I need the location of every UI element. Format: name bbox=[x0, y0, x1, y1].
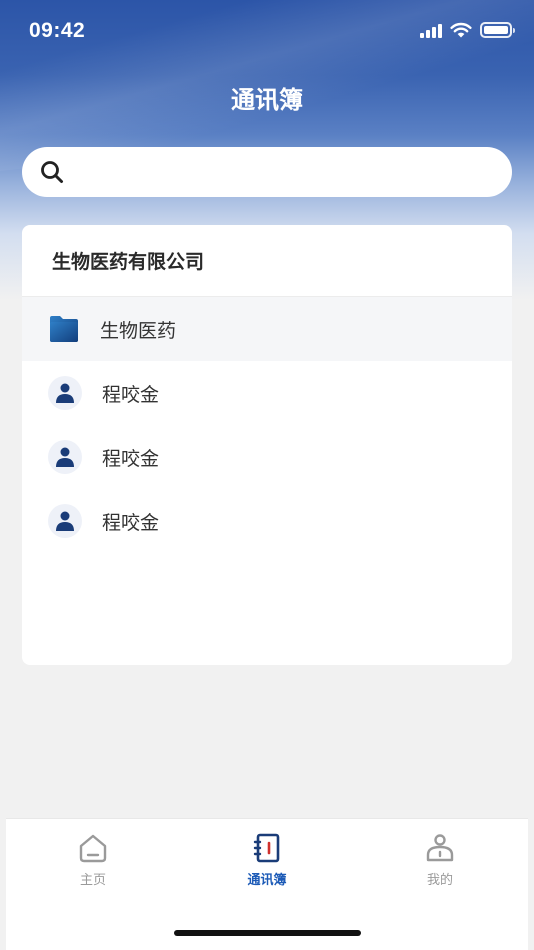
company-name[interactable]: 生物医药有限公司 bbox=[22, 225, 512, 297]
battery-icon bbox=[480, 22, 515, 38]
status-icons bbox=[420, 22, 515, 38]
person-icon bbox=[48, 376, 82, 410]
tab-address-book[interactable]: 通讯簿 bbox=[207, 833, 327, 888]
search-bar[interactable] bbox=[22, 147, 512, 197]
person-icon bbox=[48, 504, 82, 538]
tab-address-book-label: 通讯簿 bbox=[247, 873, 287, 888]
page-title: 通讯簿 bbox=[231, 86, 303, 114]
status-bar: 09:42 bbox=[0, 0, 534, 64]
status-time: 09:42 bbox=[29, 19, 86, 42]
contact-name: 程咬金 bbox=[102, 511, 160, 534]
tab-home[interactable]: 主页 bbox=[33, 833, 153, 888]
contact-name: 程咬金 bbox=[102, 383, 160, 406]
contact-item[interactable]: 程咬金 bbox=[22, 425, 512, 489]
department-item[interactable]: 生物医药 bbox=[22, 297, 512, 361]
home-indicator[interactable] bbox=[174, 930, 361, 936]
search-input[interactable] bbox=[76, 152, 496, 192]
profile-icon bbox=[426, 834, 454, 862]
department-name: 生物医药 bbox=[100, 319, 177, 342]
home-icon bbox=[79, 834, 107, 863]
cellular-signal-icon bbox=[420, 22, 442, 38]
tab-profile-label: 我的 bbox=[426, 873, 453, 888]
tab-profile[interactable]: 我的 bbox=[380, 833, 500, 888]
person-icon bbox=[48, 440, 82, 474]
contact-item[interactable]: 程咬金 bbox=[22, 489, 512, 553]
address-book-icon bbox=[253, 833, 280, 863]
wifi-icon bbox=[450, 22, 472, 38]
contact-name: 程咬金 bbox=[102, 447, 160, 470]
tab-home-label: 主页 bbox=[79, 873, 106, 888]
search-icon bbox=[41, 161, 63, 183]
contact-item[interactable]: 程咬金 bbox=[22, 361, 512, 425]
folder-icon bbox=[48, 315, 80, 343]
directory-card: 生物医药有限公司 生物医药 程咬金 程咬金 程咬金 bbox=[22, 225, 512, 665]
